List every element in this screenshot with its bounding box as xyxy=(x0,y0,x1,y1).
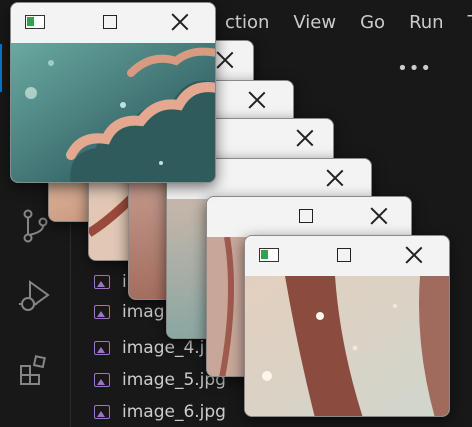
app-icon xyxy=(259,248,279,262)
run-debug-icon[interactable] xyxy=(15,276,55,316)
file-item[interactable]: i xyxy=(94,268,127,296)
window-titlebar[interactable] xyxy=(11,3,215,43)
image-file-icon xyxy=(94,373,110,387)
menu-view[interactable]: View xyxy=(281,12,348,33)
menu-run[interactable]: Run xyxy=(397,12,456,33)
image-content xyxy=(245,276,449,416)
maximize-icon[interactable] xyxy=(337,248,351,262)
window-titlebar[interactable] xyxy=(245,236,449,276)
close-icon[interactable] xyxy=(215,50,235,70)
file-label: image_6.jpg xyxy=(122,402,226,422)
window-titlebar[interactable] xyxy=(207,197,411,237)
close-icon[interactable] xyxy=(170,12,190,32)
image-file-icon xyxy=(94,341,110,355)
image-window[interactable] xyxy=(10,2,216,183)
extensions-icon[interactable] xyxy=(15,350,55,390)
image-file-icon xyxy=(94,305,110,319)
active-indicator xyxy=(0,44,2,92)
image-file-icon xyxy=(94,405,110,419)
image-content xyxy=(11,43,215,182)
maximize-icon[interactable] xyxy=(103,15,117,29)
close-icon[interactable] xyxy=(369,206,389,226)
file-item[interactable]: image_6.jpg xyxy=(94,398,226,426)
maximize-icon[interactable] xyxy=(299,209,313,223)
file-item[interactable]: imag xyxy=(94,298,165,326)
image-file-icon xyxy=(94,275,110,289)
app-icon xyxy=(25,15,45,29)
close-icon[interactable] xyxy=(247,90,267,110)
file-label: imag xyxy=(122,302,165,322)
menu-terminal[interactable]: Ter xyxy=(456,12,472,33)
menu-go[interactable]: Go xyxy=(348,12,397,33)
close-icon[interactable] xyxy=(325,168,345,188)
file-label: i xyxy=(122,272,127,292)
more-actions-icon[interactable]: ••• xyxy=(397,58,432,79)
close-icon[interactable] xyxy=(295,128,315,148)
image-window[interactable] xyxy=(244,235,450,417)
close-icon[interactable] xyxy=(404,245,424,265)
